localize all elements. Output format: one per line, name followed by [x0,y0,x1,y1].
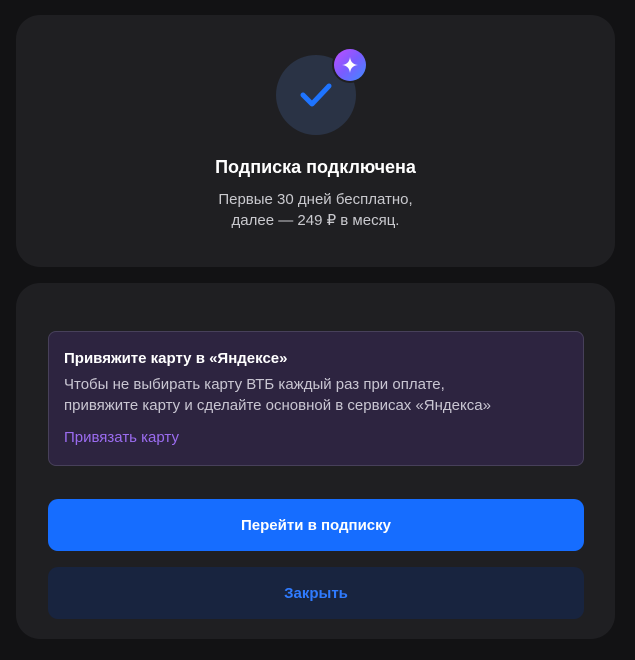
status-subtitle-line-2: далее — 249 ₽ в месяц. [231,212,400,229]
notice-text: Чтобы не выбирать карту ВТБ каждый раз п… [64,374,568,416]
status-subtitle-line-1: Первые 30 дней бесплатно, [218,191,413,208]
status-subtitle: Первые 30 дней бесплатно, далее — 249 ₽ … [16,189,615,231]
status-title: Подписка подключена [215,157,416,177]
link-card-link[interactable]: Привязать карту [64,429,179,446]
notice-text-line-2: привяжите карту и сделайте основной в се… [64,397,491,414]
subscription-status-card: Подписка подключена Первые 30 дней беспл… [16,15,615,267]
checkmark-icon [300,83,332,107]
notice-title: Привяжите карту в «Яндексе» [64,350,288,367]
link-card-notice: Привяжите карту в «Яндексе» Чтобы не выб… [48,331,584,466]
close-button[interactable]: Закрыть [48,567,584,619]
page: Подписка подключена Первые 30 дней беспл… [0,0,635,660]
sparkle-badge [334,49,366,81]
notice-text-line-1: Чтобы не выбирать карту ВТБ каждый раз п… [64,376,445,393]
sparkle-icon [342,57,358,73]
actions-card: Привяжите карту в «Яндексе» Чтобы не выб… [16,283,615,639]
go-to-subscription-button[interactable]: Перейти в подписку [48,499,584,551]
